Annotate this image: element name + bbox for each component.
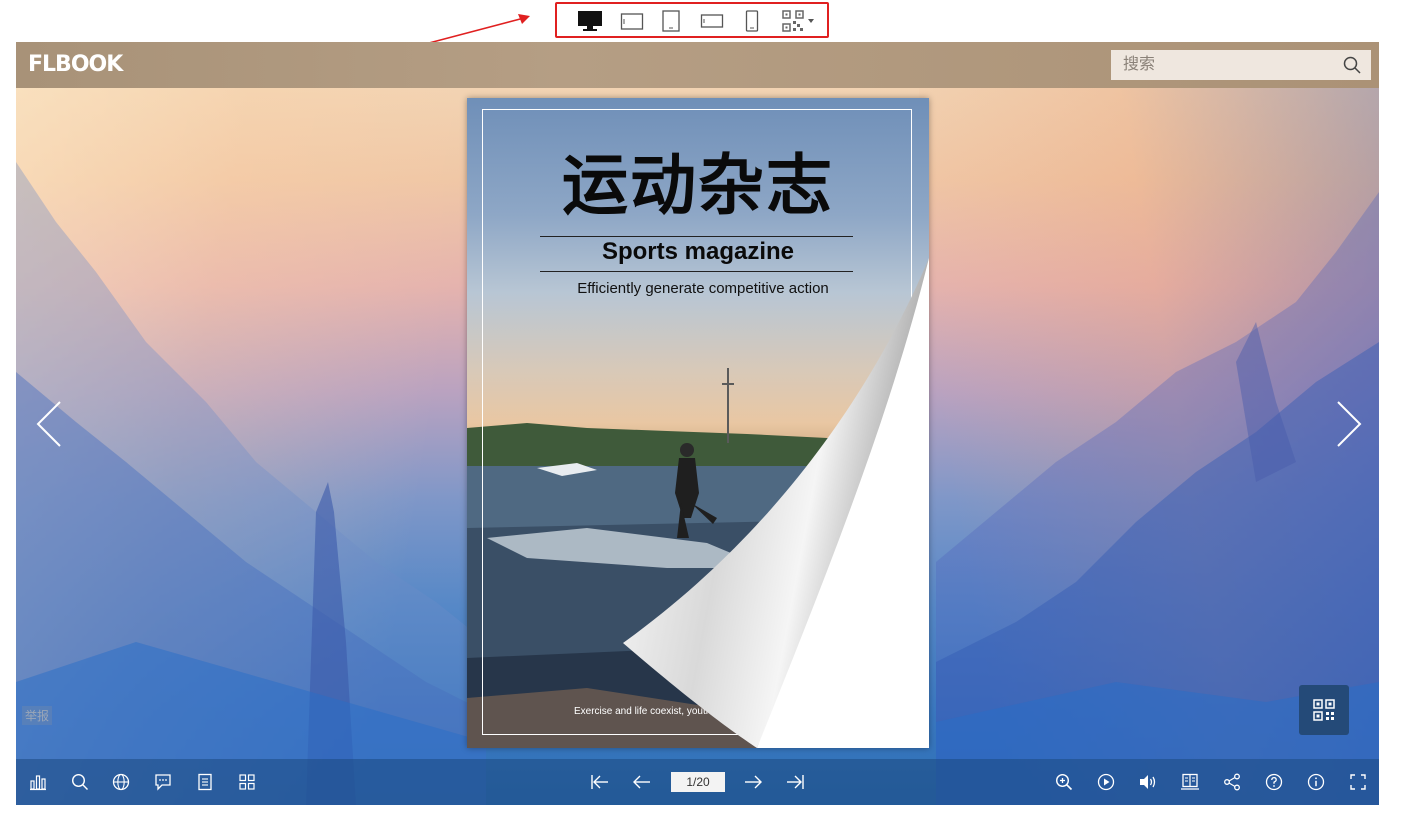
viewer-header: FLBOOK — [16, 42, 1379, 88]
qr-code-icon — [1313, 699, 1335, 721]
sound-button[interactable] — [1138, 772, 1158, 792]
phone-portrait-view-button[interactable] — [743, 10, 761, 32]
search-icon — [71, 773, 88, 790]
zoom-in-button[interactable] — [1054, 772, 1074, 792]
next-page-arrow[interactable] — [1334, 400, 1364, 448]
share-icon — [1224, 773, 1240, 791]
document-icon — [198, 773, 212, 791]
desktop-view-button[interactable] — [575, 10, 605, 32]
qr-code-dropdown-button[interactable] — [779, 10, 819, 32]
book-cover-page[interactable]: 运动杂志 Sports magazine Efficiently generat… — [467, 98, 929, 748]
page-curl[interactable] — [467, 98, 929, 748]
play-icon — [1097, 773, 1115, 791]
comment-icon — [155, 774, 171, 791]
info-icon — [1307, 773, 1325, 791]
arrow-right-icon — [745, 775, 762, 789]
next-page-button[interactable] — [743, 772, 763, 792]
tablet-portrait-icon — [662, 10, 680, 32]
search-icon[interactable] — [1343, 56, 1361, 74]
tablet-portrait-view-button[interactable] — [660, 10, 682, 32]
zoom-in-icon — [1055, 773, 1073, 791]
book-icon — [1181, 773, 1199, 790]
fullscreen-icon — [1350, 774, 1366, 790]
qr-code-icon — [782, 10, 814, 32]
arrow-left-icon — [633, 775, 650, 789]
help-icon — [1265, 773, 1283, 791]
previous-page-button[interactable] — [632, 772, 652, 792]
last-page-icon — [787, 775, 804, 789]
device-preview-bar — [555, 2, 829, 38]
flipbook-viewer: FLBOOK 搜索 运动杂志 Sports magazine Efficient… — [16, 42, 1379, 805]
bottom-toolbar: 1/20 — [16, 759, 1379, 805]
reading-mode-button[interactable] — [1180, 772, 1200, 792]
desktop-icon — [578, 11, 602, 31]
autoplay-button[interactable] — [1096, 772, 1116, 792]
tablet-landscape-view-button[interactable] — [619, 10, 645, 32]
statistics-button[interactable] — [28, 772, 48, 792]
bar-chart-icon — [30, 775, 46, 791]
flbook-logo: FLBOOK — [28, 52, 123, 77]
fullscreen-button[interactable] — [1348, 772, 1368, 792]
phone-portrait-icon — [745, 10, 759, 32]
first-page-button[interactable] — [590, 772, 610, 792]
last-page-button[interactable] — [785, 772, 805, 792]
thumbnails-button[interactable] — [237, 772, 257, 792]
speaker-icon — [1140, 775, 1156, 789]
language-button[interactable] — [111, 772, 131, 792]
search-box — [1111, 50, 1371, 80]
tablet-landscape-icon — [620, 13, 644, 30]
page-number-input[interactable]: 1/20 — [671, 772, 725, 792]
share-button[interactable] — [1222, 772, 1242, 792]
search-toolbar-button[interactable] — [70, 772, 90, 792]
help-button[interactable] — [1264, 772, 1284, 792]
phone-landscape-icon — [700, 14, 724, 28]
table-of-contents-button[interactable] — [195, 772, 215, 792]
previous-page-arrow[interactable] — [34, 400, 64, 448]
first-page-icon — [591, 775, 608, 789]
comment-button[interactable] — [153, 772, 173, 792]
report-badge[interactable]: 举报 — [22, 706, 53, 725]
search-input[interactable] — [1111, 50, 1331, 80]
grid-icon — [239, 774, 255, 790]
qr-code-button[interactable] — [1299, 685, 1349, 735]
phone-landscape-view-button[interactable] — [699, 10, 725, 32]
info-button[interactable] — [1306, 772, 1326, 792]
globe-icon — [112, 773, 130, 791]
